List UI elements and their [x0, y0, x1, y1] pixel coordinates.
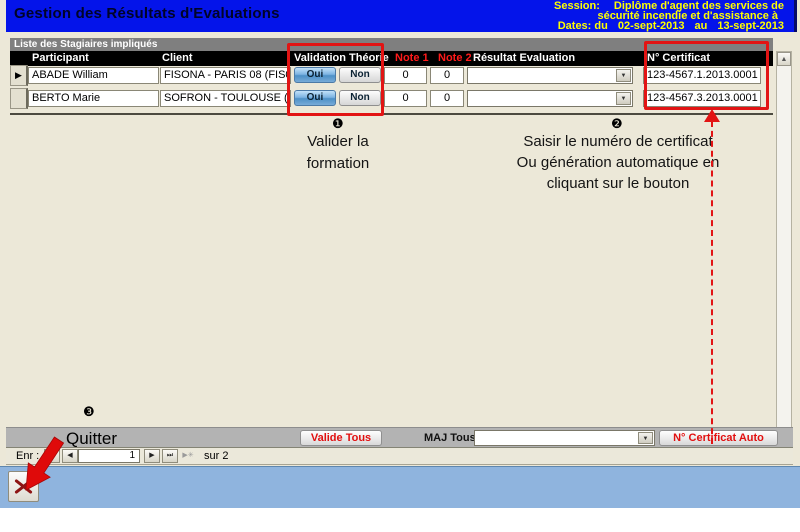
scroll-up-icon[interactable]: ▲ [777, 52, 791, 66]
record-count-label: sur 2 [204, 450, 228, 462]
annotation-box-validation [287, 43, 384, 116]
bottom-taskbar [0, 466, 800, 508]
footer-toolbar: Quitter Valide Tous MAJ Tous : ▼ N° Cert… [6, 427, 793, 448]
annotation-box-certificat [644, 41, 769, 110]
app-window: Gestion des Résultats d'Evaluations Sess… [0, 0, 800, 532]
row-selector[interactable] [10, 88, 28, 109]
session-info: Session:Diplôme d'agent des services de … [554, 1, 784, 31]
col-participant: Participant [32, 52, 89, 64]
step3-bullet: ❸ [83, 404, 95, 420]
next-record-button[interactable]: ▶ [144, 449, 160, 463]
red-arrow-annotation-icon [12, 424, 68, 496]
dropdown-arrow-icon[interactable]: ▼ [638, 432, 653, 444]
note1-field[interactable]: 0 [384, 67, 427, 84]
date-from: 02-sept-2013 [618, 20, 685, 32]
resultat-evaluation-select[interactable]: ▼ [467, 90, 633, 107]
dashed-pointer-line [711, 121, 713, 444]
note2-field[interactable]: 0 [430, 90, 464, 107]
new-record-button[interactable]: ▶✳ [180, 449, 196, 463]
participant-field[interactable]: BERTO Marie [28, 90, 159, 107]
step1-bullet: ❶ [332, 116, 344, 132]
step2-text: Saisir le numéro de certificat Ou généra… [512, 131, 724, 194]
row-selector[interactable]: ▶ [10, 65, 28, 86]
page-title: Gestion des Résultats d'Evaluations [14, 5, 280, 22]
note2-field[interactable]: 0 [430, 67, 464, 84]
dropdown-arrow-icon[interactable]: ▼ [616, 69, 631, 82]
col-client: Client [162, 52, 193, 64]
resultat-evaluation-select[interactable]: ▼ [467, 67, 633, 84]
step1-text: Valider la formation [288, 131, 388, 175]
date-to: 13-sept-2013 [717, 20, 784, 32]
grid-bottom-line [10, 113, 773, 115]
dates-label: Dates: du [558, 20, 608, 32]
record-number-input[interactable]: 1 [78, 449, 140, 463]
dates-au-label: au [695, 20, 708, 32]
note1-field[interactable]: 0 [384, 90, 427, 107]
row-selector-arrow-icon: ▶ [15, 70, 22, 80]
client-field[interactable]: SOFRON - TOULOUSE (SOF001) [160, 90, 291, 107]
session-label: Session: [554, 0, 600, 12]
valide-tous-button[interactable]: Valide Tous [300, 430, 382, 446]
dropdown-arrow-icon[interactable]: ▼ [616, 92, 631, 105]
page-bottom-margin [0, 508, 800, 532]
last-record-button[interactable]: ⏭ [162, 449, 178, 463]
participant-field[interactable]: ABADE William [28, 67, 159, 84]
vertical-scrollbar[interactable]: ▲ ▼ [776, 51, 792, 448]
cert-auto-button[interactable]: N° Certificat Auto [659, 430, 778, 446]
client-field[interactable]: FISONA - PARIS 08 (FIS001) [160, 67, 291, 84]
record-navigator: Enr : ⏮ ◀ 1 ▶ ⏭ ▶✳ sur 2 [6, 448, 793, 465]
col-note1: Note 1 [395, 52, 429, 64]
maj-tous-select[interactable]: ▼ [474, 430, 655, 446]
quitter-label: Quitter [66, 429, 117, 449]
col-note2: Note 2 [438, 52, 472, 64]
col-resultat-evaluation: Résultat Evaluation [473, 52, 575, 64]
title-bar: Gestion des Résultats d'Evaluations Sess… [6, 0, 797, 32]
step2-bullet: ❷ [611, 116, 623, 132]
